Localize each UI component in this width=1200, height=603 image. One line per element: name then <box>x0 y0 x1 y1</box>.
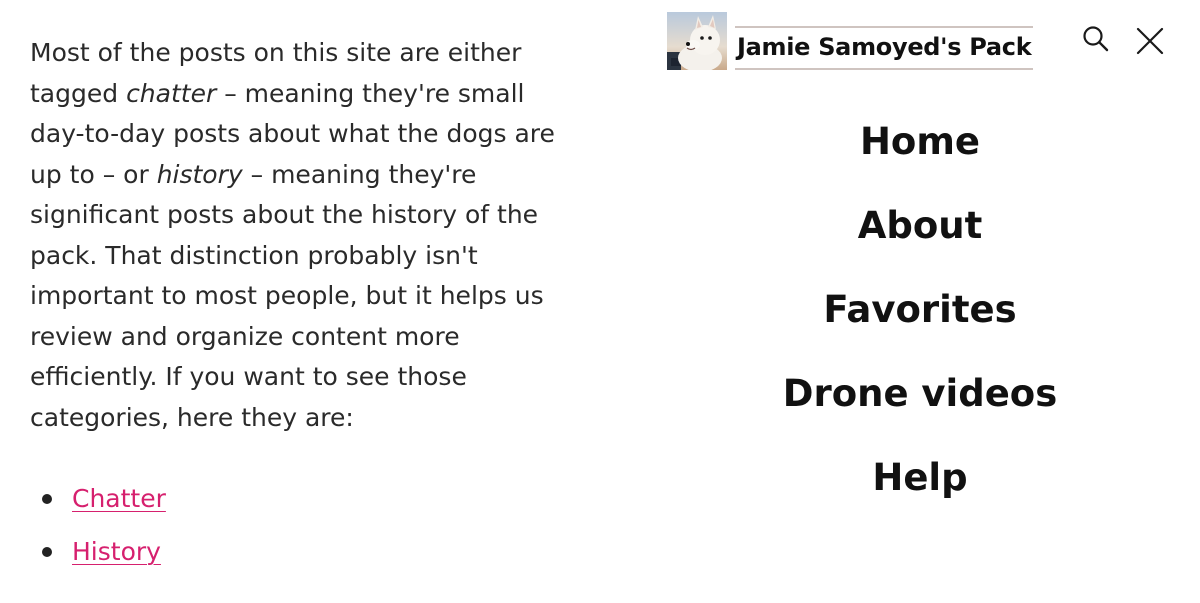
menu-item-home: Home <box>640 100 1200 184</box>
line-5: significant posts about the history of t… <box>30 200 539 229</box>
line-4: up to – or history – meaning they're <box>30 159 477 189</box>
history-link[interactable]: History <box>72 531 161 573</box>
menu-link-favorites[interactable]: Favorites <box>823 268 1016 352</box>
menu-item-drone-videos: Drone videos <box>640 352 1200 436</box>
article-body: Most of the posts on this site are eithe… <box>30 33 570 438</box>
line-2: tagged chatter – meaning they're small <box>30 78 525 108</box>
line-8: review and organize content more <box>30 321 460 351</box>
close-icon[interactable] <box>1133 24 1167 58</box>
history-tag: history <box>156 159 243 189</box>
menu-link-help[interactable]: Help <box>872 436 967 520</box>
samoyed-logo-icon <box>667 12 727 70</box>
line-10: categories, here they are: <box>30 402 354 432</box>
line-9: efficiently. If you want to see those <box>30 362 467 391</box>
menu-link-home[interactable]: Home <box>860 100 980 184</box>
bullet-icon <box>42 494 52 504</box>
menu-link-about[interactable]: About <box>858 184 983 268</box>
page: Most of the posts on this site are eithe… <box>0 0 1200 603</box>
menu-item-favorites: Favorites <box>640 268 1200 352</box>
line-6: pack. That distinction probably isn't <box>30 240 478 270</box>
site-title: Jamie Samoyed's Pack <box>735 26 1034 70</box>
search-icon[interactable] <box>1079 23 1113 57</box>
menu-item-about: About <box>640 184 1200 268</box>
site-brand-link[interactable]: Jamie Samoyed's Pack <box>667 12 1057 70</box>
menu-link-drone-videos[interactable]: Drone videos <box>783 352 1058 436</box>
line-7: important to most people, but it helps u… <box>30 281 544 310</box>
bullet-icon <box>42 547 52 557</box>
main-menu: Home About Favorites Drone videos Help <box>640 100 1200 520</box>
chatter-tag: chatter <box>126 78 217 108</box>
line-1: Most of the posts on this site are eithe… <box>30 38 522 67</box>
menu-item-help: Help <box>640 436 1200 520</box>
chatter-link[interactable]: Chatter <box>72 478 166 520</box>
line-3: day-to-day posts about what the dogs are <box>30 119 555 148</box>
